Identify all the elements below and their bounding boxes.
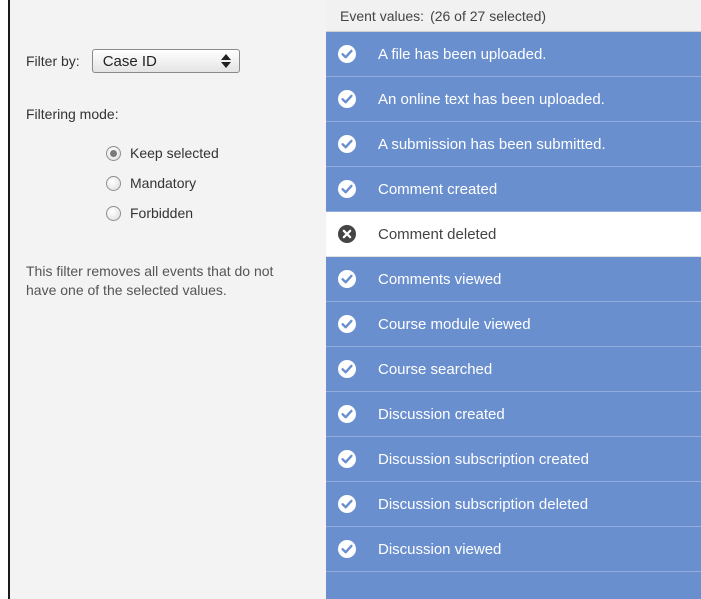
event-value-label: Comment created <box>378 180 498 198</box>
event-value-label: Discussion created <box>378 405 505 423</box>
check-circle-icon <box>338 315 356 333</box>
event-value-row[interactable]: A submission has been submitted. <box>326 122 701 167</box>
check-circle-icon <box>338 135 356 153</box>
event-value-row[interactable]: Discussion created <box>326 392 701 437</box>
event-values-count: (26 of 27 selected) <box>430 7 547 24</box>
filter-by-row: Filter by: Case ID <box>26 47 240 75</box>
event-value-label: Comment deleted <box>378 225 497 243</box>
check-circle-icon <box>338 540 356 558</box>
radio-button[interactable] <box>106 175 121 191</box>
event-values-panel: Event values: (26 of 27 selected) A file… <box>326 0 701 599</box>
check-circle-icon <box>338 270 356 288</box>
event-value-row[interactable]: Comment created <box>326 167 701 212</box>
event-value-row[interactable]: Course searched <box>326 347 701 392</box>
radio-mandatory[interactable]: Mandatory <box>106 168 219 198</box>
x-circle-icon <box>338 225 356 243</box>
check-circle-icon <box>338 495 356 513</box>
filter-settings-panel: Filter by: Case ID Filtering mode: Keep … <box>10 0 326 599</box>
filter-dialog: Filter by: Case ID Filtering mode: Keep … <box>8 0 701 599</box>
event-value-row[interactable]: Discussion viewed <box>326 527 701 572</box>
event-value-row[interactable]: Course module viewed <box>326 302 701 347</box>
radio-mandatory-label: Mandatory <box>130 175 197 191</box>
check-circle-icon <box>338 450 356 468</box>
event-value-label: Discussion subscription created <box>378 450 589 468</box>
event-value-label: Discussion subscription deleted <box>378 495 589 513</box>
check-circle-icon <box>338 180 356 198</box>
event-value-row[interactable]: Discussion subscription deleted <box>326 482 701 527</box>
radio-button-checked[interactable] <box>106 145 121 161</box>
filtering-mode-label: Filtering mode: <box>26 106 119 122</box>
check-circle-icon <box>338 405 356 423</box>
filtering-mode-radio-group: Keep selected Mandatory Forbidden <box>106 138 219 228</box>
select-arrows-icon <box>220 54 231 68</box>
event-value-label: Discussion viewed <box>378 540 502 558</box>
event-value-row[interactable]: A file has been uploaded. <box>326 32 701 77</box>
event-value-row[interactable]: Comment deleted <box>326 212 701 257</box>
event-value-label: Course module viewed <box>378 315 531 333</box>
filter-description: This filter removes all events that do n… <box>26 263 274 298</box>
event-value-label: A submission has been submitted. <box>378 135 606 153</box>
event-value-label: A file has been uploaded. <box>378 45 547 63</box>
filter-by-select[interactable]: Case ID <box>91 49 240 73</box>
event-value-label: Comments viewed <box>378 270 502 288</box>
check-circle-icon <box>338 360 356 378</box>
filter-by-label: Filter by: <box>26 53 80 69</box>
radio-forbidden[interactable]: Forbidden <box>106 198 219 228</box>
event-value-label: An online text has been uploaded. <box>378 90 605 108</box>
radio-forbidden-label: Forbidden <box>130 205 194 221</box>
radio-keep-selected-label: Keep selected <box>130 145 219 161</box>
event-value-label: Course searched <box>378 360 493 378</box>
event-values-label: Event values: <box>340 7 425 24</box>
event-value-row[interactable]: Discussion subscription created <box>326 437 701 482</box>
radio-button[interactable] <box>106 205 121 221</box>
event-values-header: Event values: (26 of 27 selected) <box>326 0 701 32</box>
event-value-row[interactable]: An online text has been uploaded. <box>326 77 701 122</box>
radio-keep-selected[interactable]: Keep selected <box>106 138 219 168</box>
check-circle-icon <box>338 45 356 63</box>
check-circle-icon <box>338 90 356 108</box>
event-value-row[interactable]: Comments viewed <box>326 257 701 302</box>
filter-by-value: Case ID <box>102 52 157 70</box>
